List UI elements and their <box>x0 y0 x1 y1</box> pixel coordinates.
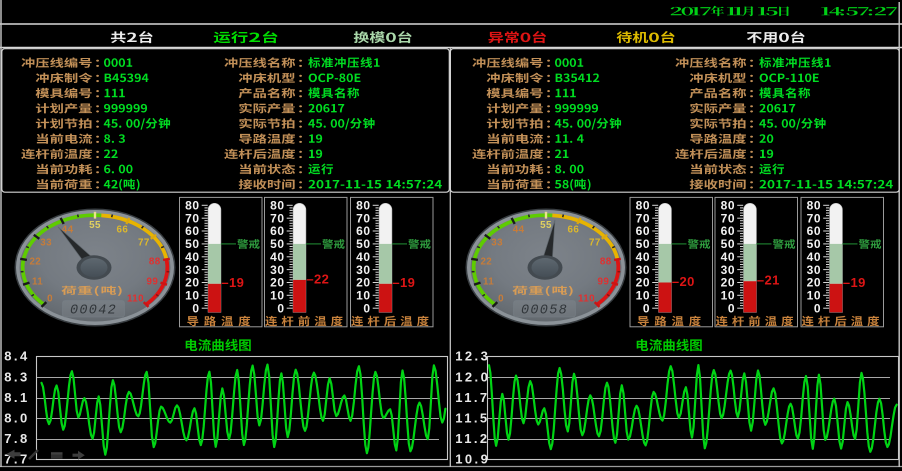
svg-text:00042: 00042 <box>70 304 117 319</box>
svg-text:20: 20 <box>356 276 370 290</box>
svg-text:77: 77 <box>589 238 601 249</box>
svg-text:10: 10 <box>270 289 284 303</box>
svg-text:10: 10 <box>185 289 199 303</box>
svg-text:20: 20 <box>270 276 284 290</box>
svg-text:0: 0 <box>363 301 370 315</box>
svg-text:40: 40 <box>270 250 284 264</box>
svg-text:22: 22 <box>29 256 41 267</box>
svg-text:80: 80 <box>807 199 821 213</box>
svg-text:80: 80 <box>636 199 650 213</box>
svg-text:44: 44 <box>513 225 525 236</box>
svg-text:33: 33 <box>491 238 503 249</box>
svg-text:11.7: 11.7 <box>455 390 489 405</box>
svg-text:0: 0 <box>277 301 284 315</box>
svg-text:88: 88 <box>600 256 612 267</box>
svg-text:80: 80 <box>270 199 284 213</box>
svg-text:60: 60 <box>356 224 370 238</box>
svg-text:10.9: 10.9 <box>455 452 490 467</box>
svg-text:70: 70 <box>636 211 650 225</box>
svg-text:70: 70 <box>356 211 370 225</box>
svg-text:50: 50 <box>356 237 370 251</box>
svg-text:30: 30 <box>270 263 284 277</box>
svg-text:20: 20 <box>185 276 199 290</box>
svg-text:8.3: 8.3 <box>4 369 29 384</box>
svg-text:0: 0 <box>643 301 650 315</box>
svg-text:10: 10 <box>636 289 650 303</box>
svg-text:–19: –19 <box>843 275 866 290</box>
svg-text:12.0: 12.0 <box>455 369 490 384</box>
svg-text:30: 30 <box>807 263 821 277</box>
svg-text:33: 33 <box>40 238 52 249</box>
svg-text:40: 40 <box>721 250 735 264</box>
svg-text:70: 70 <box>270 211 284 225</box>
svg-text:0: 0 <box>498 293 504 304</box>
svg-text:8.0: 8.0 <box>4 411 29 426</box>
svg-text:–20: –20 <box>672 274 695 289</box>
svg-text:40: 40 <box>807 250 821 264</box>
svg-text:30: 30 <box>721 263 735 277</box>
svg-text:99: 99 <box>598 276 610 287</box>
svg-text:99: 99 <box>147 276 159 287</box>
svg-text:80: 80 <box>185 199 199 213</box>
svg-text:11: 11 <box>483 276 494 287</box>
svg-text:50: 50 <box>721 237 735 251</box>
svg-text:0: 0 <box>814 301 821 315</box>
svg-text:66: 66 <box>568 225 580 236</box>
svg-text:50: 50 <box>270 237 284 251</box>
svg-text:70: 70 <box>185 211 199 225</box>
svg-text:110: 110 <box>578 293 595 304</box>
svg-text:30: 30 <box>636 263 650 277</box>
svg-text:50: 50 <box>807 237 821 251</box>
svg-text:70: 70 <box>721 211 735 225</box>
svg-text:50: 50 <box>185 237 199 251</box>
svg-text:77: 77 <box>138 238 150 249</box>
svg-text:22: 22 <box>480 256 492 267</box>
svg-text:11.5: 11.5 <box>455 411 489 426</box>
svg-text:60: 60 <box>636 224 650 238</box>
svg-text:20: 20 <box>721 276 735 290</box>
svg-text:20: 20 <box>636 276 650 290</box>
svg-text:–21: –21 <box>757 273 780 288</box>
svg-text:40: 40 <box>636 250 650 264</box>
svg-text:0: 0 <box>47 293 53 304</box>
svg-text:11: 11 <box>32 276 43 287</box>
svg-text:60: 60 <box>807 224 821 238</box>
svg-text:8.1: 8.1 <box>4 390 29 405</box>
svg-text:60: 60 <box>270 224 284 238</box>
svg-text:–19: –19 <box>221 275 244 290</box>
svg-text:8.4: 8.4 <box>4 349 29 364</box>
svg-text:10: 10 <box>721 289 735 303</box>
svg-text:00058: 00058 <box>521 304 568 319</box>
svg-text:110: 110 <box>127 293 144 304</box>
svg-text:60: 60 <box>721 224 735 238</box>
svg-text:66: 66 <box>117 225 129 236</box>
svg-text:40: 40 <box>356 250 370 264</box>
svg-text:0: 0 <box>192 301 199 315</box>
svg-text:12.3: 12.3 <box>455 349 490 364</box>
svg-text:40: 40 <box>185 250 199 264</box>
svg-text:–22: –22 <box>306 271 329 286</box>
svg-text:7.8: 7.8 <box>4 431 29 446</box>
svg-text:55: 55 <box>89 220 101 231</box>
svg-text:70: 70 <box>807 211 821 225</box>
svg-text:30: 30 <box>356 263 370 277</box>
svg-text:80: 80 <box>356 199 370 213</box>
svg-text:55: 55 <box>540 220 552 231</box>
svg-text:–19: –19 <box>392 275 415 290</box>
svg-text:0: 0 <box>728 301 735 315</box>
svg-text:88: 88 <box>149 256 161 267</box>
svg-text:30: 30 <box>185 263 199 277</box>
svg-text:80: 80 <box>721 199 735 213</box>
svg-text:11.2: 11.2 <box>455 431 489 446</box>
svg-text:20: 20 <box>807 276 821 290</box>
svg-text:60: 60 <box>185 224 199 238</box>
svg-text:10: 10 <box>807 289 821 303</box>
svg-text:50: 50 <box>636 237 650 251</box>
svg-text:10: 10 <box>356 289 370 303</box>
